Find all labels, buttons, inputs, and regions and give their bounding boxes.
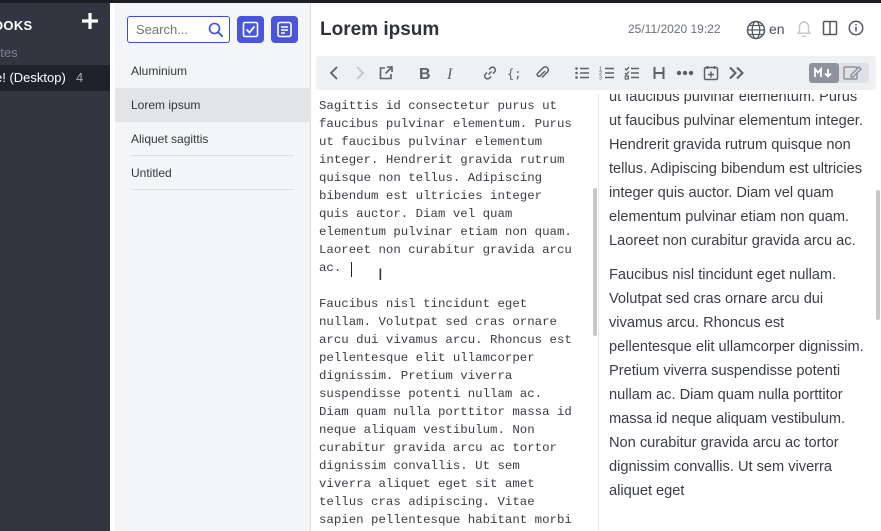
markdown-preview: ut faucibus pulvinar elementum. Purus ut… [599,94,877,531]
markdown-icon [814,66,832,78]
markdown-mode-button[interactable] [809,63,839,83]
globe-icon[interactable] [746,20,766,40]
sidebar-item-count: 4 [76,70,84,85]
note-list-item-title: Lorem ipsum [131,98,201,112]
new-note-button[interactable] [271,16,298,43]
bold-icon[interactable]: B [418,65,432,81]
checkbox-list-icon[interactable] [624,65,640,81]
horizontal-rule-icon[interactable] [676,65,694,81]
new-todo-button[interactable] [237,16,264,43]
more-icon[interactable] [728,65,746,81]
markdown-editor[interactable]: Sagittis id consectetur purus ut faucibu… [311,94,597,531]
note-date: 25/11/2020 19:22 [628,22,721,36]
heading-icon[interactable] [652,65,666,81]
search-icon [208,22,224,38]
editor-layout-toggle[interactable] [809,63,869,83]
italic-icon[interactable]: I [445,65,457,81]
search-input[interactable] [136,22,206,37]
svg-text:3: 3 [599,76,602,82]
external-edit-icon[interactable] [378,65,394,81]
bell-icon[interactable] [796,20,812,38]
svg-text:{;}: {;} [507,67,523,81]
forward-icon[interactable] [353,65,367,81]
checkbox-icon [242,21,259,38]
preview-paragraph: Faucibus nisl tincidunt eget nullam. Vol… [609,267,864,499]
preview-text: ut faucibus pulvinar elementum. Purus ut… [609,94,866,513]
add-notebook-button[interactable] [80,9,100,35]
code-icon[interactable]: {;} [507,65,523,81]
svg-text:B: B [419,66,431,81]
note-icon [277,21,292,38]
insert-time-icon[interactable] [703,65,719,81]
note-title[interactable]: Lorem ipsum [320,19,439,41]
link-icon[interactable] [482,65,498,81]
editor-text[interactable]: Sagittis id consectetur purus ut faucibu… [319,97,589,529]
info-icon[interactable] [848,20,864,36]
note-list-item[interactable]: Untitled [115,156,311,190]
svg-text:I: I [446,66,453,81]
search-box[interactable] [127,16,230,43]
language-selector[interactable]: en [769,21,785,37]
preview-scrollbar[interactable] [876,190,880,320]
toggle-layout-icon[interactable] [822,20,838,36]
sidebar-item-notebook[interactable]: e! (Desktop) 4 [0,65,110,91]
bullet-list-icon[interactable] [574,65,590,81]
attach-icon[interactable] [534,65,550,81]
note-list-item-title: Untitled [131,166,172,180]
plus-icon [82,13,98,29]
sidebar: OOKS otes e! (Desktop) 4 [0,3,110,531]
sidebar-notebooks-heading: OOKS [0,18,33,33]
editor-scrollbar[interactable] [593,188,597,336]
note-list-item-selected[interactable]: Lorem ipsum [115,88,311,122]
back-icon[interactable] [327,65,341,81]
numbered-list-icon[interactable]: 123 [599,65,615,81]
note-list-item-title: Aluminium [131,64,188,78]
note-list-item[interactable]: Aliquet sagittis [115,122,311,156]
sidebar-all-notes[interactable]: otes [0,45,18,60]
note-list-panel: Aluminium Lorem ipsum Aliquet sagittis U… [110,3,311,531]
edit-icon[interactable] [842,65,862,81]
preview-paragraph: ut faucibus pulvinar elementum. Purus ut… [609,94,863,249]
sidebar-item-label: e! (Desktop) [0,70,66,85]
text-caret [351,262,352,277]
mouse-ibeam-cursor: I [378,265,383,284]
editor-toolbar: B I {;} 123 [316,56,876,90]
note-list-item[interactable]: Aluminium [115,54,311,88]
note-list-item-title: Aliquet sagittis [131,132,209,146]
